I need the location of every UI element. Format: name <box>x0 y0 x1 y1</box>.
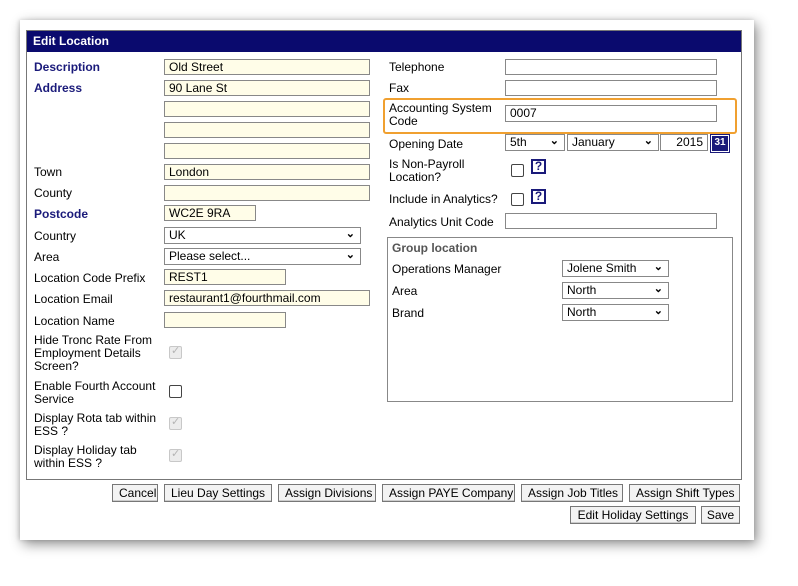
country-select[interactable]: UK ⌄ <box>164 227 361 244</box>
address-line3-input[interactable] <box>164 122 370 138</box>
accounting-code-input[interactable]: 0007 <box>505 105 717 122</box>
brand-label: Brand <box>392 306 425 320</box>
area-select-value: Please select... <box>169 249 251 263</box>
brand-value: North <box>567 305 597 319</box>
country-label: Country <box>34 229 77 243</box>
description-input[interactable]: Old Street <box>164 59 370 75</box>
ops-manager-select[interactable]: Jolene Smith ⌄ <box>562 260 669 277</box>
lieu-day-settings-button[interactable]: Lieu Day Settings <box>164 484 272 502</box>
analytics-unit-input[interactable] <box>505 213 717 229</box>
chevron-down-icon: ⌄ <box>653 261 663 273</box>
display-rota-checkbox <box>169 415 182 430</box>
county-input[interactable] <box>164 185 370 201</box>
location-email-input[interactable]: restaurant1@fourthmail.com <box>164 290 370 306</box>
help-icon[interactable]: ? <box>531 189 546 204</box>
address-label: Address <box>34 81 83 95</box>
save-button[interactable]: Save <box>701 506 740 524</box>
telephone-input[interactable] <box>505 59 717 75</box>
cancel-button[interactable]: Cancel <box>112 484 158 502</box>
analytics-unit-label: Analytics Unit Code <box>389 215 494 229</box>
help-icon[interactable]: ? <box>531 159 546 174</box>
edit-holiday-settings-button[interactable]: Edit Holiday Settings <box>570 506 696 524</box>
display-holiday-label: Display Holiday tab within ESS ? <box>34 444 137 470</box>
town-input[interactable]: London <box>164 164 370 180</box>
country-select-value: UK <box>169 228 186 242</box>
accounting-label: Accounting System Code <box>389 102 492 128</box>
area-select[interactable]: Please select... ⌄ <box>164 248 361 265</box>
panel-title: Edit Location <box>27 31 741 52</box>
analytics-checkbox[interactable] <box>511 193 524 206</box>
location-name-input[interactable] <box>164 312 286 328</box>
chevron-down-icon: ⌄ <box>549 135 559 147</box>
chevron-down-icon: ⌄ <box>643 135 653 147</box>
assign-job-titles-button[interactable]: Assign Job Titles <box>521 484 623 502</box>
display-rota-label: Display Rota tab within ESS ? <box>34 412 156 438</box>
display-holiday-label-line2: within ESS ? <box>34 456 103 470</box>
area-label: Area <box>34 250 60 264</box>
accounting-label-line2: Code <box>389 114 418 128</box>
postcode-label: Postcode <box>34 207 89 221</box>
description-label: Description <box>34 60 101 74</box>
chevron-down-icon: ⌄ <box>345 228 355 240</box>
opening-month-select[interactable]: January ⌄ <box>567 134 659 151</box>
ops-manager-label: Operations Manager <box>392 262 502 276</box>
group-area-label: Area <box>392 284 418 298</box>
non-payroll-label-line2: Location? <box>389 170 442 184</box>
brand-select[interactable]: North ⌄ <box>562 304 669 321</box>
analytics-label: Include in Analytics? <box>389 192 498 206</box>
location-email-label: Location Email <box>34 292 113 306</box>
location-code-prefix-input[interactable]: REST1 <box>164 269 286 285</box>
assign-shift-types-button[interactable]: Assign Shift Types <box>629 484 740 502</box>
group-area-select[interactable]: North ⌄ <box>562 282 669 299</box>
group-area-value: North <box>567 283 597 297</box>
location-name-label: Location Name <box>34 314 115 328</box>
location-code-prefix-label: Location Code Prefix <box>34 271 146 285</box>
opening-date-label: Opening Date <box>389 137 464 151</box>
non-payroll-label: Is Non-Payroll Location? <box>389 158 464 184</box>
opening-year-input[interactable]: 2015 <box>660 134 708 151</box>
enable-fourth-label: Enable Fourth Account Service <box>34 380 155 406</box>
opening-day-value: 5th <box>510 135 527 149</box>
chevron-down-icon: ⌄ <box>345 249 355 261</box>
address-line1-input[interactable]: 90 Lane St <box>164 80 370 96</box>
calendar-icon[interactable]: 31 <box>710 134 730 153</box>
telephone-label: Telephone <box>389 60 445 74</box>
group-location-legend: Group location <box>392 241 478 255</box>
address-line2-input[interactable] <box>164 101 370 117</box>
town-label: Town <box>34 165 63 179</box>
hide-tronc-label-line3: Screen? <box>34 359 79 373</box>
hide-tronc-label: Hide Tronc Rate From Employment Details … <box>34 334 152 373</box>
non-payroll-checkbox[interactable] <box>511 164 524 177</box>
enable-fourth-label-line2: Service <box>34 392 75 406</box>
postcode-input[interactable]: WC2E 9RA <box>164 205 256 221</box>
fax-label: Fax <box>389 81 410 95</box>
county-label: County <box>34 186 73 200</box>
display-rota-label-line2: ESS ? <box>34 424 69 438</box>
enable-fourth-checkbox[interactable] <box>169 385 182 398</box>
fax-input[interactable] <box>505 80 717 96</box>
ops-manager-value: Jolene Smith <box>567 261 637 275</box>
chevron-down-icon: ⌄ <box>653 283 663 295</box>
assign-paye-company-button[interactable]: Assign PAYE Company <box>382 484 515 502</box>
hide-tronc-checkbox <box>169 344 182 359</box>
chevron-down-icon: ⌄ <box>653 305 663 317</box>
address-line4-input[interactable] <box>164 143 370 159</box>
opening-day-select[interactable]: 5th ⌄ <box>505 134 565 151</box>
opening-month-value: January <box>572 135 615 149</box>
assign-divisions-button[interactable]: Assign Divisions <box>278 484 376 502</box>
display-holiday-checkbox <box>169 447 182 462</box>
